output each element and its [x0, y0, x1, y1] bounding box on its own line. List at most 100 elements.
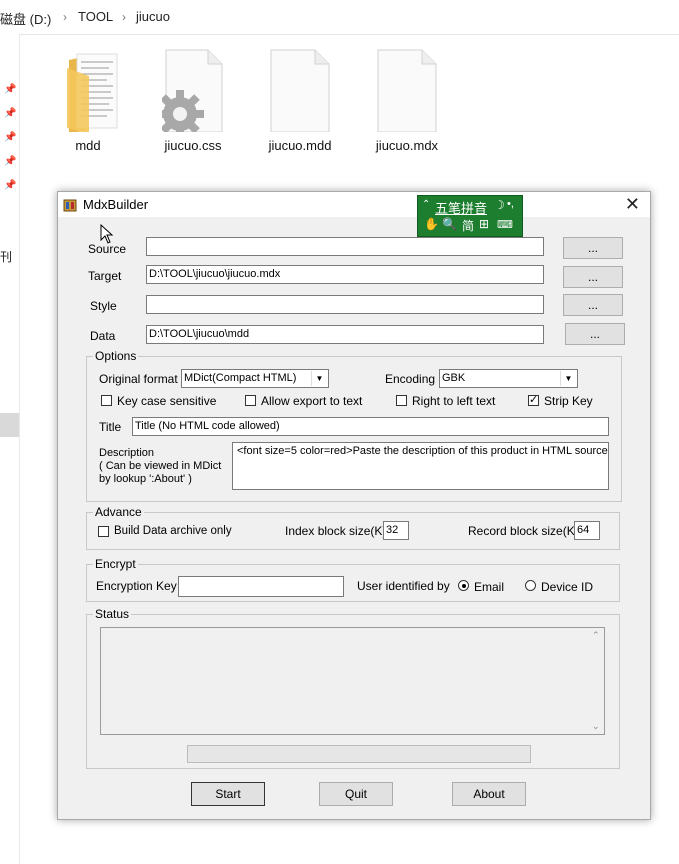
search-icon[interactable]: 🔍: [442, 217, 457, 231]
key-case-label: Key case sensitive: [117, 394, 217, 408]
mouse-cursor-icon: [100, 224, 114, 244]
encryption-key-input[interactable]: [178, 576, 344, 597]
source-label: Source: [88, 242, 127, 256]
key-case-checkbox[interactable]: [101, 395, 112, 406]
file-item-mdd-file[interactable]: jiucuo.mdd: [255, 48, 345, 153]
css-file-icon: [156, 48, 224, 138]
status-legend: Status: [93, 607, 132, 621]
original-format-value: MDict(Compact HTML): [184, 372, 297, 384]
mdxbuilder-dialog[interactable]: MdxBuilder ✕ Source ... Target D:\TOOL\j…: [57, 191, 651, 820]
document-icon: [376, 48, 438, 133]
breadcrumb-jiucuo[interactable]: jiucuo: [136, 9, 170, 24]
allow-export-label: Allow export to text: [261, 394, 363, 408]
data-input[interactable]: D:\TOOL\jiucuo\mdd: [146, 325, 544, 344]
chevron-up-icon[interactable]: ⌃: [422, 199, 430, 210]
dialog-title: MdxBuilder: [83, 197, 149, 212]
keyboard-icon[interactable]: ⌨: [497, 218, 513, 231]
file-name: jiucuo.mdd: [268, 138, 332, 153]
scroll-up-icon[interactable]: ⌃: [592, 630, 600, 641]
target-label: Target: [88, 269, 122, 283]
device-id-label: Device ID: [541, 580, 594, 594]
original-format-select[interactable]: MDict(Compact HTML) ▼: [181, 369, 329, 388]
email-radio[interactable]: [458, 580, 469, 591]
encoding-value: GBK: [442, 372, 466, 384]
source-input[interactable]: [146, 237, 544, 256]
progress-bar: [187, 745, 531, 763]
title-input[interactable]: Title (No HTML code allowed): [132, 417, 609, 436]
pin-icon: 📌: [4, 84, 17, 95]
strip-key-label: Strip Key: [544, 394, 593, 408]
encoding-select[interactable]: GBK ▼: [439, 369, 578, 388]
index-block-label: Index block size(K): [285, 524, 387, 538]
build-data-label: Build Data archive only: [114, 525, 232, 537]
status-log[interactable]: ⌃ ⌄: [100, 627, 605, 735]
nav-item-selected[interactable]: [0, 413, 19, 437]
scrollbar[interactable]: ⌃ ⌄: [588, 628, 604, 734]
chevron-right-icon: ›: [122, 10, 126, 24]
style-input[interactable]: [146, 295, 544, 314]
simplified-label[interactable]: 简: [462, 217, 474, 234]
title-label: Title: [99, 420, 122, 434]
hand-icon[interactable]: ✋: [424, 217, 439, 231]
document-icon: [269, 48, 331, 133]
chevron-right-icon: ›: [63, 10, 67, 24]
style-browse-button[interactable]: ...: [563, 294, 623, 316]
pin-icon: 📌: [4, 108, 17, 119]
email-label: Email: [474, 580, 505, 594]
rtl-label: Right to left text: [412, 394, 496, 408]
file-item-mdd[interactable]: mdd: [43, 48, 133, 153]
navigation-pane[interactable]: 📌 📌 📌 📌 📌: [0, 34, 20, 864]
file-item-css[interactable]: jiucuo.css: [148, 48, 238, 153]
dropdown-arrow-icon[interactable]: ▼: [311, 371, 327, 386]
encrypt-legend: Encrypt: [93, 557, 138, 571]
encoding-label: Encoding: [385, 372, 436, 386]
file-name: mdd: [75, 138, 101, 153]
description-textarea[interactable]: <font size=5 color=red>Paste the descrip…: [232, 442, 609, 490]
description-hint: ( Can be viewed in MDict: [99, 460, 222, 472]
options-legend: Options: [93, 349, 139, 363]
target-input[interactable]: D:\TOOL\jiucuo\jiucuo.mdx: [146, 265, 544, 284]
data-browse-button[interactable]: ...: [565, 323, 625, 345]
advance-legend: Advance: [93, 505, 144, 519]
strip-key-checkbox[interactable]: [528, 393, 539, 406]
record-block-label: Record block size(K): [468, 524, 579, 538]
record-block-input[interactable]: 64: [574, 521, 600, 540]
description-label: Description: [99, 447, 155, 459]
breadcrumb-drive[interactable]: 磁盘 (D:): [0, 9, 51, 28]
folder-icon: [57, 48, 119, 134]
pin-icon: 📌: [4, 156, 17, 167]
nav-item-label[interactable]: 刊: [0, 248, 12, 265]
source-browse-button[interactable]: ...: [563, 237, 623, 259]
dropdown-arrow-icon[interactable]: ▼: [560, 371, 576, 386]
device-id-radio[interactable]: [525, 580, 536, 591]
original-format-label: Original format: [99, 372, 178, 386]
pin-icon: 📌: [4, 132, 17, 143]
scroll-down-icon[interactable]: ⌄: [592, 721, 600, 732]
moon-icon[interactable]: ☽: [494, 198, 505, 212]
style-label: Style: [90, 299, 117, 313]
file-name: jiucuo.mdx: [375, 138, 439, 153]
description-hint-2: by lookup ':About' ): [99, 473, 192, 485]
pin-icon: 📌: [4, 180, 17, 191]
data-label: Data: [90, 329, 116, 343]
ime-toolbar[interactable]: ⌃ 五笔拼音 ☽ •, ✋ 🔍 简 ⊞ ⌨: [417, 195, 523, 237]
app-icon: [63, 199, 77, 212]
allow-export-checkbox[interactable]: [245, 395, 256, 406]
start-button[interactable]: Start: [191, 782, 265, 806]
rtl-checkbox[interactable]: [396, 395, 407, 406]
file-item-mdx-file[interactable]: jiucuo.mdx: [362, 48, 452, 153]
close-icon[interactable]: ✕: [625, 194, 640, 215]
address-bar[interactable]: 磁盘 (D:) › TOOL › jiucuo: [0, 0, 679, 35]
index-block-input[interactable]: 32: [383, 521, 409, 540]
target-browse-button[interactable]: ...: [563, 266, 623, 288]
file-name: jiucuo.css: [164, 138, 222, 153]
dialog-titlebar[interactable]: MdxBuilder ✕: [58, 192, 650, 217]
build-data-checkbox[interactable]: [98, 526, 109, 537]
about-button[interactable]: About: [452, 782, 526, 806]
punctuation-icon[interactable]: •,: [507, 198, 514, 210]
quit-button[interactable]: Quit: [319, 782, 393, 806]
user-identified-label: User identified by: [357, 579, 450, 593]
grid-icon[interactable]: ⊞: [479, 217, 489, 231]
breadcrumb-tool[interactable]: TOOL: [78, 9, 113, 24]
ime-mode-label[interactable]: 五笔拼音: [435, 198, 487, 217]
